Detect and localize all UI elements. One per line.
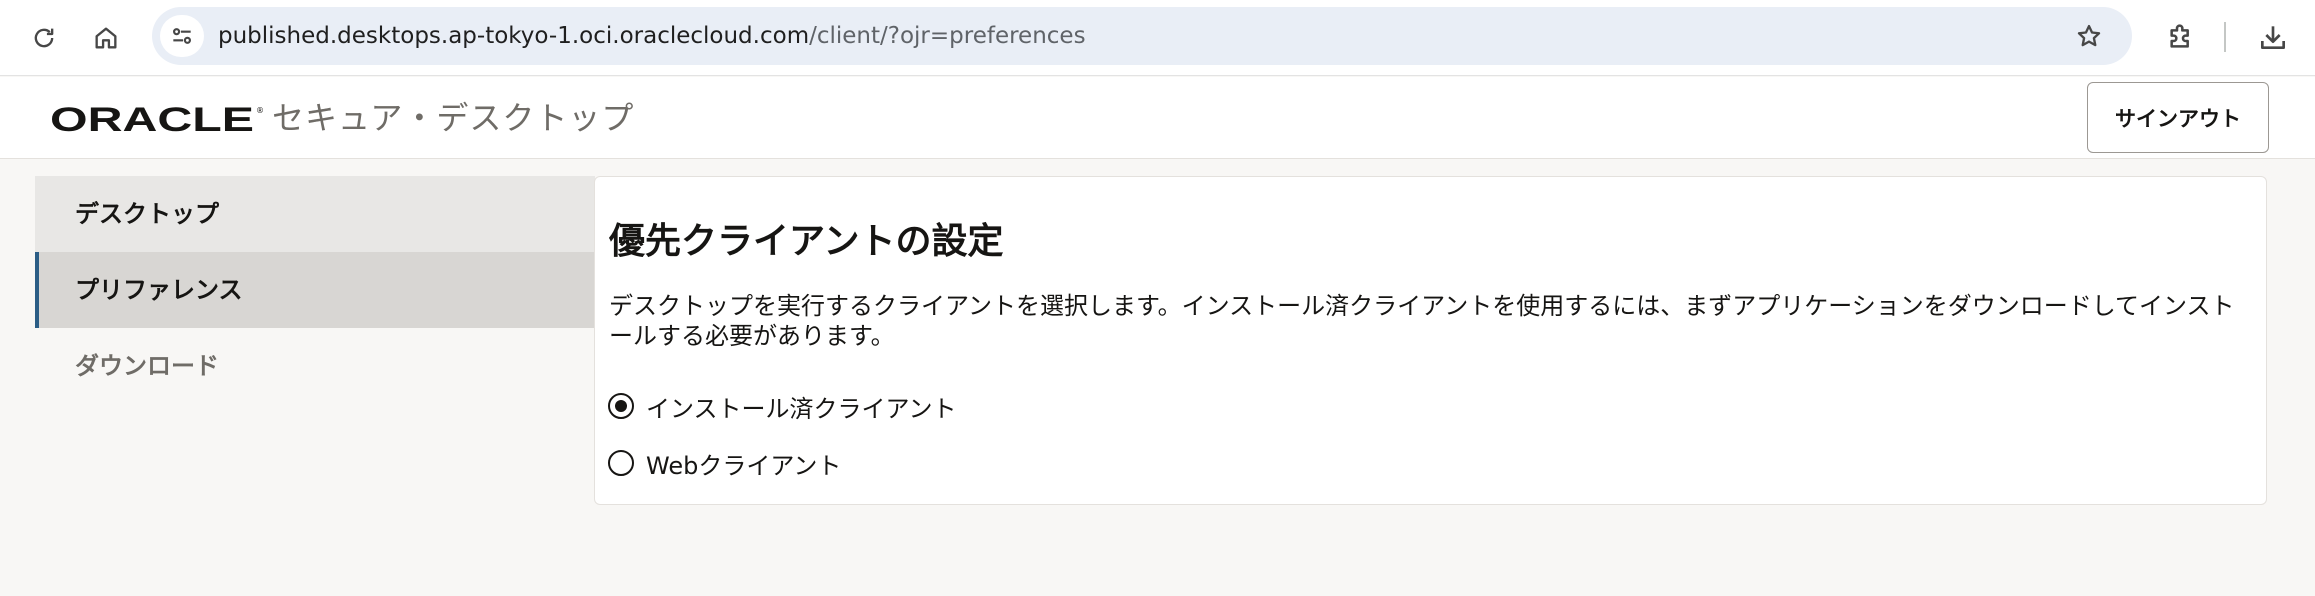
download-icon: [2261, 26, 2285, 49]
url-host: published.desktops.ap-tokyo-1.oci.oracle…: [218, 23, 810, 49]
url-path: /client/?ojr=preferences: [809, 23, 1086, 49]
extensions-icon: [2170, 24, 2189, 48]
url-text[interactable]: published.desktops.ap-tokyo-1.oci.oracle…: [218, 7, 1086, 65]
site-info-button[interactable]: [160, 15, 204, 57]
page-title: 優先クライアントの設定: [609, 221, 1004, 262]
app-title: セキュア・デスクトップ: [272, 99, 635, 137]
browser-toolbar: published.desktops.ap-tokyo-1.oci.oracle…: [0, 0, 2315, 76]
reload-icon: [34, 28, 54, 48]
app-header: ORACLE ® セキュア・デスクトップ サインアウト: [0, 77, 2315, 159]
home-button[interactable]: [84, 16, 128, 60]
radio-installed-client[interactable]: [608, 393, 634, 419]
svg-text:®: ®: [256, 106, 264, 115]
extensions-button[interactable]: [2158, 14, 2204, 60]
option-label: インストール済クライアント: [646, 394, 957, 423]
home-icon: [95, 27, 117, 49]
downloads-button[interactable]: [2250, 14, 2296, 60]
option-label: Webクライアント: [646, 451, 842, 480]
toolbar-divider: [2224, 22, 2226, 52]
page-description: デスクトップを実行するクライアントを選択します。インストール済クライアントを使用…: [609, 292, 2235, 350]
site-info-icon: [173, 28, 191, 44]
preferences-panel: 優先クライアントの設定 デスクトップを実行するクライアントを選択します。インスト…: [594, 176, 2267, 505]
sidebar-item-desktops[interactable]: デスクトップ: [35, 176, 595, 252]
oracle-logo-icon: ORACLE ®: [50, 104, 264, 134]
reload-button[interactable]: [22, 16, 66, 60]
svg-text:ORACLE: ORACLE: [50, 104, 254, 134]
option-web-client[interactable]: Webクライアント: [608, 445, 841, 481]
star-icon: [2077, 24, 2101, 47]
option-installed-client[interactable]: インストール済クライアント: [608, 388, 957, 424]
sidebar-item-preferences[interactable]: プリファレンス: [35, 252, 595, 328]
sidebar-item-downloads[interactable]: ダウンロード: [35, 328, 595, 404]
address-bar[interactable]: published.desktops.ap-tokyo-1.oci.oracle…: [152, 7, 2132, 65]
radio-web-client[interactable]: [608, 450, 634, 476]
sidebar-nav: デスクトップ プリファレンス ダウンロード: [35, 176, 595, 404]
signout-button[interactable]: サインアウト: [2087, 82, 2269, 153]
bookmark-button[interactable]: [2068, 15, 2110, 57]
oracle-logo: ORACLE ®: [50, 104, 264, 134]
